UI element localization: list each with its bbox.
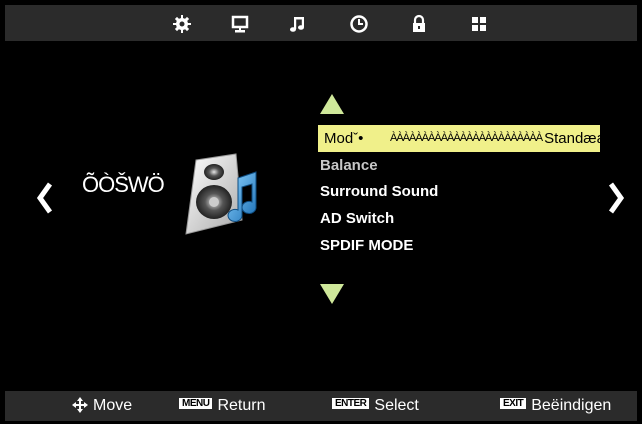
hint-exit: EXIT Beëindigen <box>500 397 611 415</box>
hint-select-label: Select <box>374 397 419 414</box>
hint-move-label: Move <box>93 397 133 415</box>
menu-item-mode-label: Modˇ• <box>324 130 364 147</box>
menu-item-mode-value: Standæard <box>544 130 619 147</box>
hint-select: ENTER Select <box>332 397 419 415</box>
top-menu-bar <box>5 5 637 41</box>
grid-icon[interactable] <box>469 14 489 34</box>
hint-move: Move <box>71 397 132 415</box>
picture-settings-icon[interactable] <box>172 14 192 34</box>
display-icon[interactable] <box>230 14 250 34</box>
scroll-down-triangle-icon[interactable] <box>318 282 346 306</box>
hint-return-label: Return <box>217 397 266 414</box>
hint-bar: Move MENU Return ENTER Select EXIT Beëindig… <box>5 391 637 421</box>
exit-key-badge: EXIT <box>500 398 527 410</box>
hint-return: MENU Return <box>179 397 265 415</box>
menu-key-badge: MENU <box>179 398 213 410</box>
next-page-arrow-icon[interactable] <box>606 180 626 216</box>
previous-page-arrow-icon[interactable] <box>35 180 55 216</box>
section-title: ÕÒŠWÖ <box>82 172 165 197</box>
enter-key-badge: ENTER <box>332 398 370 410</box>
scroll-up-triangle-icon[interactable] <box>318 92 346 116</box>
move-arrows-icon <box>71 396 89 414</box>
music-note-icon[interactable] <box>288 14 308 34</box>
lock-icon[interactable] <box>409 14 429 34</box>
menu-item-mode[interactable]: Modˇ• ÀÀÀÀÀÀÀÀÀÀÀÀÀÀÀÀÀÀÀÀÀÀÀÀ Standæard <box>318 125 618 152</box>
speaker-music-icon <box>176 150 266 240</box>
menu-item-balance[interactable]: Balance <box>320 152 378 179</box>
menu-item-surround-sound[interactable]: Surround Sound <box>320 178 438 205</box>
menu-item-mode-filler: ÀÀÀÀÀÀÀÀÀÀÀÀÀÀÀÀÀÀÀÀÀÀÀÀ <box>390 132 543 144</box>
menu-item-spdif-mode[interactable]: SPDIF MODE <box>320 232 413 259</box>
hint-exit-label: Beëindigen <box>531 397 612 414</box>
menu-item-ad-switch[interactable]: AD Switch <box>320 205 394 232</box>
clock-icon[interactable] <box>349 14 369 34</box>
